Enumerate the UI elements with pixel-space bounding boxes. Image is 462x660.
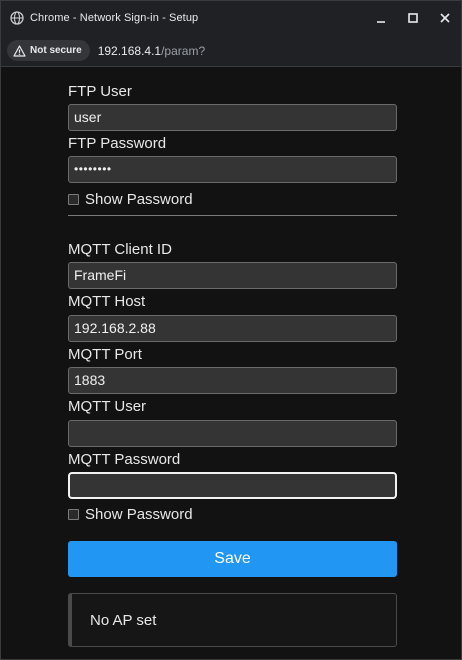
- mqtt-show-password-label: Show Password: [85, 506, 193, 523]
- url-host: 192.168.4.1: [97, 43, 162, 58]
- mqtt-client-id-label: MQTT Client ID: [68, 241, 172, 258]
- mqtt-user-label: MQTT User: [68, 398, 147, 415]
- maximize-icon: [408, 13, 418, 23]
- save-button[interactable]: Save: [68, 541, 397, 577]
- mqtt-host-label: MQTT Host: [68, 293, 146, 310]
- title-bar: Chrome - Network Sign-in - Setup: [1, 1, 461, 35]
- minimize-icon: [377, 21, 385, 23]
- window-title: Chrome - Network Sign-in - Setup: [30, 12, 199, 24]
- close-icon: [440, 13, 450, 23]
- ftp-password-input[interactable]: ••••••••: [68, 156, 397, 183]
- window-controls: [365, 1, 461, 35]
- page-content: FTP User user FTP Password •••••••• Show…: [1, 67, 461, 659]
- section-divider: [68, 215, 397, 216]
- ftp-user-input[interactable]: user: [68, 104, 397, 131]
- address-bar: Not secure 192.168.4.1/param?: [1, 35, 461, 67]
- mqtt-port-input[interactable]: 1883: [68, 367, 397, 394]
- mqtt-show-password-checkbox[interactable]: [68, 509, 79, 520]
- mqtt-port-label: MQTT Port: [68, 346, 142, 363]
- maximize-button[interactable]: [397, 1, 429, 35]
- status-message: No AP set: [90, 611, 157, 629]
- mqtt-user-input[interactable]: [68, 420, 397, 447]
- mqtt-host-input[interactable]: 192.168.2.88: [68, 315, 397, 342]
- ftp-show-password-checkbox[interactable]: [68, 194, 79, 205]
- chrome-globe-icon: [10, 11, 24, 25]
- mqtt-password-input[interactable]: [68, 472, 397, 499]
- mqtt-show-password[interactable]: Show Password: [68, 506, 193, 523]
- ftp-show-password-label: Show Password: [85, 191, 193, 208]
- security-label: Not secure: [30, 45, 82, 56]
- ftp-show-password[interactable]: Show Password: [68, 191, 193, 208]
- status-message-box: No AP set: [68, 593, 397, 647]
- ftp-user-label: FTP User: [68, 83, 132, 100]
- security-chip[interactable]: Not secure: [7, 40, 90, 61]
- ftp-password-label: FTP Password: [68, 135, 167, 152]
- browser-window: Chrome - Network Sign-in - Setup Not sec…: [0, 0, 462, 660]
- minimize-button[interactable]: [365, 1, 397, 35]
- warning-icon: [13, 44, 26, 57]
- url-path: /param?: [161, 43, 206, 58]
- url-field[interactable]: 192.168.4.1/param?: [98, 44, 205, 58]
- mqtt-client-id-input[interactable]: FrameFi: [68, 262, 397, 289]
- mqtt-password-label: MQTT Password: [68, 451, 181, 468]
- close-button[interactable]: [429, 1, 461, 35]
